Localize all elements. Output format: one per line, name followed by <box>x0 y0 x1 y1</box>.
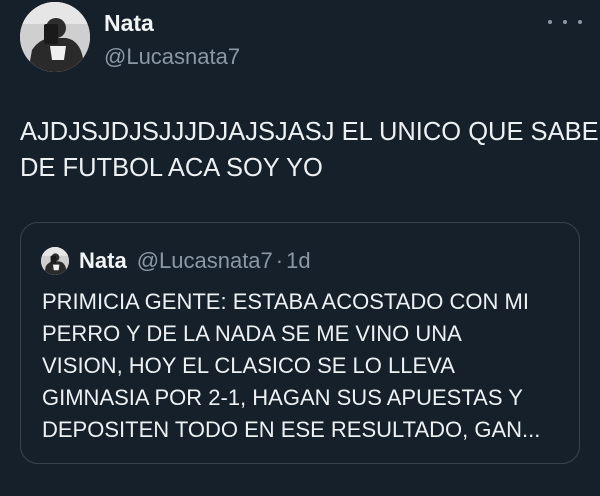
quoted-separator: · <box>275 248 284 273</box>
quoted-author-handle: @Lucasnata7 <box>136 248 273 273</box>
quoted-tweet-header: Nata @Lucasnata7 · 1d <box>79 247 311 275</box>
author-handle[interactable]: @Lucasnata7 <box>104 44 240 70</box>
quoted-text-line: GIMNASIA POR 2-1, HAGAN SUS APUESTAS Y <box>42 385 523 410</box>
quoted-text-line: PRIMICIA GENTE: ESTABA ACOSTADO CON MI <box>42 289 529 314</box>
author-avatar[interactable] <box>20 2 90 72</box>
quoted-author-name: Nata <box>79 248 127 273</box>
more-dot <box>578 20 582 24</box>
more-horizontal-icon[interactable] <box>548 12 582 32</box>
tweet-text: AJDJSJDJSJJJDJAJSJASJ EL UNICO QUE SABE … <box>20 114 599 186</box>
quoted-tweet-text: PRIMICIA GENTE: ESTABA ACOSTADO CON MI P… <box>42 286 572 446</box>
author-name[interactable]: Nata <box>104 10 154 37</box>
quoted-timestamp[interactable]: 1d <box>286 248 310 274</box>
quoted-tweet-card[interactable]: Nata @Lucasnata7 · 1d PRIMICIA GENTE: ES… <box>20 222 580 464</box>
quoted-text-line: VISION, HOY EL CLASICO SE LO LLEVA <box>42 353 455 378</box>
quoted-text-line: PERRO Y DE LA NADA SE ME VINO UNA <box>42 321 462 346</box>
more-dot <box>563 20 567 24</box>
more-dot <box>548 20 552 24</box>
quoted-author-avatar <box>41 247 69 275</box>
tweet-text-line: AJDJSJDJSJJJDJAJSJASJ EL UNICO QUE SABE <box>20 118 599 146</box>
quoted-text-line: DEPOSITEN TODO EN ESE RESULTADO, GAN... <box>42 417 541 442</box>
tweet-text-line: DE FUTBOL ACA SOY YO <box>20 154 323 182</box>
